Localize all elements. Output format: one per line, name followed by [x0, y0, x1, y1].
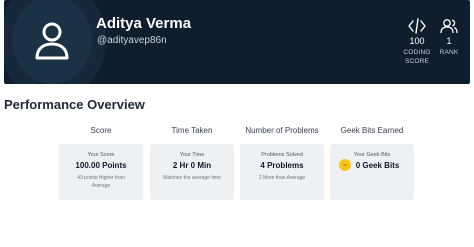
profile-name: Aditya Verma — [96, 15, 192, 32]
problems-header: Number of Problems — [245, 126, 319, 135]
problems-value: 4 Problems — [260, 161, 304, 170]
user-icon — [26, 12, 78, 70]
geekbits-column: Geek Bits Earned Your Geek Bits 0 Geek B… — [330, 124, 414, 200]
score-caption: Your Score — [87, 152, 115, 158]
time-column: Time Taken Your Time 2 Hr 0 Min Matches … — [150, 124, 234, 200]
problems-card: Problems Solved 4 Problems 2 More than A… — [240, 144, 324, 200]
section-title: Performance Overview — [4, 97, 145, 112]
score-subtext: 43 points Higher than Average — [77, 175, 125, 189]
geekbits-header: Geek Bits Earned — [340, 126, 404, 135]
rank-value: 1 — [446, 36, 452, 46]
time-caption: Your Time — [179, 152, 205, 158]
score-value: 100.00 Points — [75, 161, 127, 170]
users-icon — [440, 19, 458, 34]
time-subtext: Matches the average time — [163, 175, 221, 181]
time-value: 2 Hr 0 Min — [172, 161, 212, 170]
coding-score-stat: 100 CODING SCORE — [400, 18, 434, 66]
problems-column: Number of Problems Problems Solved 4 Pro… — [240, 124, 324, 200]
time-header: Time Taken — [171, 126, 213, 135]
profile-handle: @adityavep86n — [97, 35, 167, 46]
coding-score-label-line1: CODING — [403, 49, 431, 56]
coding-score-label-line2: SCORE — [404, 58, 430, 65]
problems-subtext: 2 More than Average — [258, 175, 306, 181]
profile-header: Aditya Verma @adityavep86n 100 CODING SC… — [4, 0, 470, 84]
coding-score-label: CODING SCORE — [400, 48, 434, 66]
geekbits-card: Your Geek Bits 0 Geek Bits — [330, 144, 414, 200]
geekbits-value: 0 Geek Bits — [355, 160, 400, 170]
geekbits-caption: Your Geek Bits — [353, 152, 391, 158]
coin-icon — [338, 159, 351, 171]
geekbits-row: 0 Geek Bits — [324, 159, 414, 171]
score-header: Score — [90, 126, 112, 135]
coding-score-value: 100 — [409, 36, 425, 46]
time-card: Your Time 2 Hr 0 Min Matches the average… — [150, 144, 234, 200]
score-column: Score Your Score 100.00 Points 43 points… — [59, 124, 143, 200]
rank-stat: 1 RANK — [436, 18, 462, 57]
problems-caption: Problems Solved — [261, 152, 303, 158]
rank-label: RANK — [439, 49, 459, 56]
score-card: Your Score 100.00 Points 43 points Highe… — [59, 144, 143, 200]
code-icon — [408, 18, 426, 34]
